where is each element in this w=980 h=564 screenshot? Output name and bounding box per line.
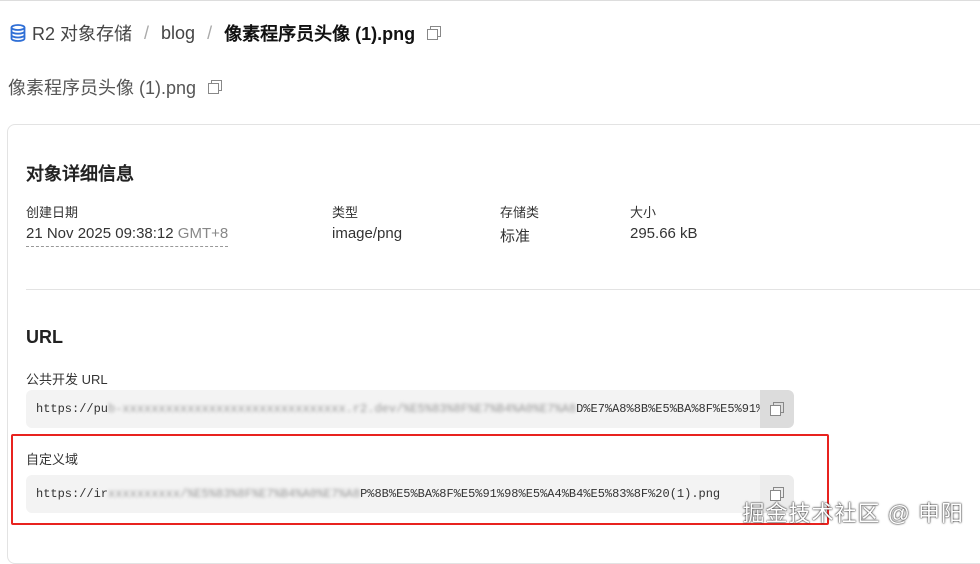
created-value: 21 Nov 2025 09:38:12 GMT+8: [26, 225, 229, 247]
object-title: 像素程序员头像 (1).png: [8, 74, 223, 100]
breadcrumb-root[interactable]: R2 对象存储: [32, 20, 132, 46]
created-date: 21 Nov 2025 09:38:12: [26, 225, 174, 242]
top-border: [0, 0, 980, 1]
object-name: 像素程序员头像 (1).png: [8, 78, 197, 98]
copy-icon: [770, 402, 784, 416]
size-value: 295.66 kB: [630, 225, 698, 242]
storage-label: 存储类: [500, 205, 540, 220]
public-url-field[interactable]: https://pub-xxxxxxxxxxxxxxxxxxxxxxxxxxxx…: [26, 390, 794, 428]
breadcrumb-current: 像素程序员头像 (1).png: [224, 24, 416, 44]
size-label: 大小: [630, 205, 657, 220]
url-title: URL: [26, 327, 63, 347]
public-url-redacted: b-xxxxxxxxxxxxxxxxxxxxxxxxxxxxxxx.r2.dev…: [108, 402, 577, 416]
copy-icon[interactable]: [427, 26, 442, 40]
copy-public-url-button[interactable]: [760, 390, 794, 428]
details-title: 对象详细信息: [26, 164, 134, 184]
divider: [26, 289, 980, 290]
breadcrumb: R2 对象存储 / blog / 像素程序员头像 (1).png: [10, 20, 442, 46]
database-icon: [10, 24, 26, 42]
public-url-prefix: https://pu: [36, 402, 109, 416]
copy-icon[interactable]: [208, 80, 223, 94]
type-value: image/png: [332, 225, 403, 242]
storage-value: 标准: [500, 228, 531, 245]
breadcrumb-bucket[interactable]: blog: [161, 23, 195, 44]
type-label: 类型: [332, 205, 359, 220]
highlight-box: [11, 434, 829, 525]
public-url-label: 公共开发 URL: [26, 372, 108, 387]
created-label: 创建日期: [26, 205, 79, 220]
created-tz: GMT+8: [177, 225, 229, 242]
